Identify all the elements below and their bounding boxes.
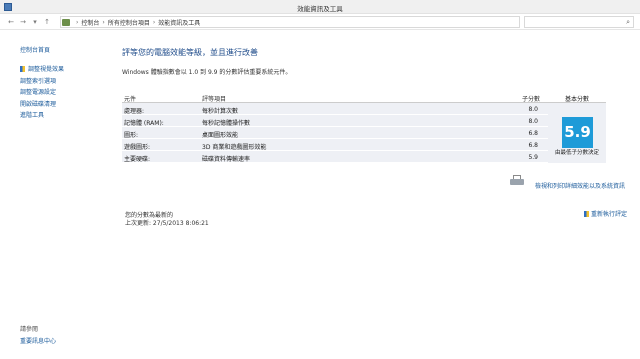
up-arrow-icon[interactable]: ↑ [42, 17, 52, 27]
sidebar-item-label: 開啟磁碟清理 [20, 100, 57, 108]
row-component: 記憶體 (RAM): [124, 120, 164, 127]
base-score-panel: 5.9 由最低子分數決定 [548, 103, 606, 163]
printer-icon [510, 175, 524, 186]
header-base-score: 基本分數 [548, 91, 606, 103]
sidebar-item-advanced-tools[interactable]: 進階工具 [20, 110, 64, 122]
sidebar-item-indexing[interactable]: 調整索引選項 [20, 76, 64, 88]
table-row: 遊戲圖形: 3D 商業和遊戲圖形效能 6.8 [122, 139, 548, 151]
forward-arrow-icon[interactable]: → [18, 17, 28, 27]
folder-icon [62, 19, 70, 26]
search-icon[interactable]: ⌕ [626, 18, 630, 27]
breadcrumb: › 控制台 › 所有控制台項目 › 效能資訊及工具 [62, 17, 200, 28]
sidebar-task-list: 調整視覺效果 調整索引選項 調整電源設定 開啟磁碟清理 進階工具 [20, 64, 64, 122]
table-row: 記憶體 (RAM): 每秒記憶體操作數 8.0 [122, 115, 548, 127]
sidebar-item-label: 調整電源設定 [20, 89, 57, 96]
base-score-column: 基本分數 5.9 由最低子分數決定 [548, 91, 606, 163]
address-bar: ← → ▾ ↑ › 控制台 › 所有控制台項目 › 效能資訊及工具 ⌕ [0, 14, 640, 30]
row-score: 8.0 [528, 106, 538, 113]
breadcrumb-separator: › [76, 19, 79, 26]
row-rated: 每秒記憶體操作數 [202, 120, 251, 127]
page-title: 評等您的電腦效能等級，並且進行改善 [122, 48, 258, 57]
breadcrumb-item[interactable]: 效能資訊及工具 [158, 18, 200, 27]
base-score-tile: 5.9 [562, 117, 593, 148]
row-score: 6.8 [528, 142, 538, 149]
recent-chevron-icon[interactable]: ▾ [30, 17, 40, 27]
sidebar-item-power[interactable]: 調整電源設定 [20, 87, 64, 99]
breadcrumb-separator: › [102, 19, 105, 26]
row-score: 8.0 [528, 118, 538, 125]
rerun-label: 重新執行評定 [591, 211, 628, 218]
window-title: 效能資訊及工具 [297, 5, 343, 13]
sidebar-item-visual-effects[interactable]: 調整視覺效果 [20, 64, 64, 76]
sidebar-item-disk-cleanup[interactable]: 開啟磁碟清理 [20, 99, 64, 111]
uac-shield-icon [584, 211, 589, 217]
breadcrumb-item[interactable]: 所有控制台項目 [108, 18, 150, 27]
sidebar: 控制台首頁 調整視覺效果 調整索引選項 調整電源設定 開啟磁碟清理 進階工具 請… [0, 30, 112, 359]
header-rated: 評等項目 [202, 96, 227, 103]
sidebar-item-label: 調整視覺效果 [28, 66, 65, 73]
row-rated: 桌面圖形效能 [202, 132, 239, 139]
performance-window: 效能資訊及工具 ← → ▾ ↑ › 控制台 › 所有控制台項目 › 效能資訊及工… [0, 0, 640, 359]
security-center-link[interactable]: 重要訊息中心 [20, 336, 56, 345]
sidebar-home-link[interactable]: 控制台首頁 [20, 45, 50, 54]
score-table: 元件 評等項目 子分數 處理器: 每秒計算次數 8.0 記憶體 (RAM): 每… [122, 91, 548, 163]
search-input[interactable]: ⌕ [524, 16, 634, 28]
rerun-assessment-link[interactable]: 重新執行評定 [584, 209, 627, 218]
page-description: Windows 體驗指數會以 1.0 到 9.9 的分數評估重要系統元件。 [122, 69, 292, 76]
row-score: 5.9 [528, 154, 538, 161]
row-rated: 磁碟資料傳輸速率 [202, 156, 251, 163]
sidebar-item-label: 進階工具 [20, 112, 45, 119]
see-also-heading: 請參閱 [20, 326, 39, 333]
row-score: 6.8 [528, 130, 538, 137]
print-details-link[interactable]: 檢視和列印詳細效能以及系統資訊 [535, 181, 625, 190]
sidebar-item-label: 調整索引選項 [20, 77, 57, 85]
row-rated: 3D 商業和遊戲圖形效能 [202, 144, 267, 151]
breadcrumb-separator: › [152, 19, 156, 26]
breadcrumb-item[interactable]: 控制台 [81, 18, 99, 27]
table-row: 主要硬碟: 磁碟資料傳輸速率 5.9 [122, 151, 548, 163]
row-rated: 每秒計算次數 [202, 108, 239, 115]
title-bar: 效能資訊及工具 [0, 0, 640, 14]
row-component: 圖形: [124, 132, 139, 139]
table-header: 元件 評等項目 子分數 [122, 91, 548, 103]
uac-shield-icon [20, 66, 25, 72]
last-update-timestamp: 上次更新: 27/5/2013 8:06:21 [125, 220, 209, 227]
base-score-caption: 由最低子分數決定 [554, 150, 599, 156]
header-component: 元件 [124, 96, 137, 103]
row-component: 主要硬碟: [124, 156, 151, 163]
header-subscore: 子分數 [521, 96, 540, 103]
table-row: 圖形: 桌面圖形效能 6.8 [122, 127, 548, 139]
row-component: 處理器: [124, 108, 145, 115]
table-row: 處理器: 每秒計算次數 8.0 [122, 103, 548, 115]
row-component: 遊戲圖形: [124, 144, 151, 151]
main-content: 評等您的電腦效能等級，並且進行改善 Windows 體驗指數會以 1.0 到 9… [112, 30, 640, 359]
back-arrow-icon[interactable]: ← [6, 17, 16, 27]
